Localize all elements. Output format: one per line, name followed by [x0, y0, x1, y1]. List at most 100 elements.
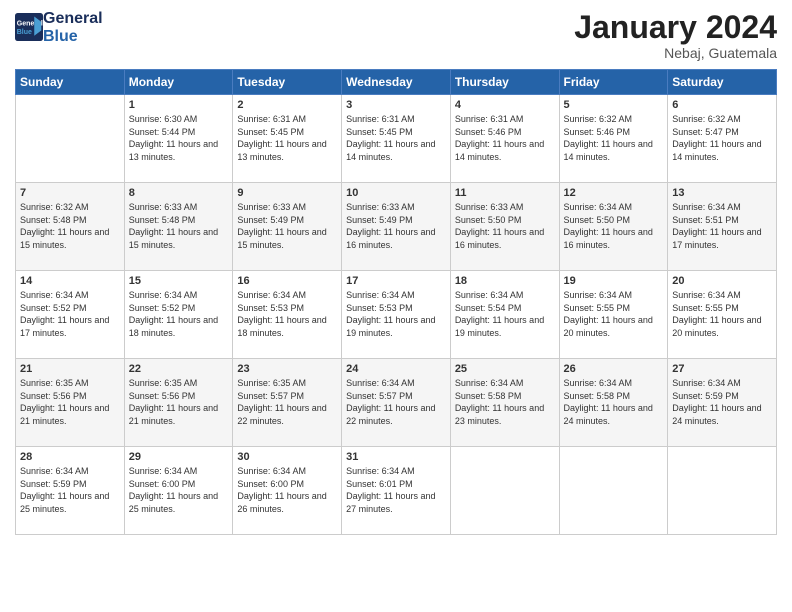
- daylight-label: Daylight: 11 hours and 20 minutes.: [672, 315, 761, 338]
- sunset-label: Sunset: 5:48 PM: [129, 215, 196, 225]
- daylight-label: Daylight: 11 hours and 20 minutes.: [564, 315, 653, 338]
- day-number: 15: [129, 275, 229, 287]
- sunset-label: Sunset: 5:52 PM: [129, 303, 196, 313]
- cell-info: Sunrise: 6:34 AMSunset: 5:59 PMDaylight:…: [672, 377, 772, 427]
- day-number: 29: [129, 451, 229, 463]
- daylight-label: Daylight: 11 hours and 16 minutes.: [455, 227, 544, 250]
- day-number: 11: [455, 187, 555, 199]
- day-number: 20: [672, 275, 772, 287]
- cell-w1-d5: 5Sunrise: 6:32 AMSunset: 5:46 PMDaylight…: [559, 95, 668, 183]
- day-number: 6: [672, 99, 772, 111]
- logo-line1: General: [43, 10, 103, 28]
- month-title: January 2024: [574, 10, 777, 45]
- day-number: 17: [346, 275, 446, 287]
- sunrise-label: Sunrise: 6:31 AM: [237, 114, 306, 124]
- day-number: 23: [237, 363, 337, 375]
- daylight-label: Daylight: 11 hours and 21 minutes.: [20, 403, 109, 426]
- cell-info: Sunrise: 6:34 AMSunset: 5:59 PMDaylight:…: [20, 465, 120, 515]
- day-number: 4: [455, 99, 555, 111]
- cell-w4-d4: 25Sunrise: 6:34 AMSunset: 5:58 PMDayligh…: [450, 359, 559, 447]
- day-number: 13: [672, 187, 772, 199]
- sunset-label: Sunset: 6:01 PM: [346, 479, 413, 489]
- cell-w2-d6: 13 Sunrise: 6:34 AMSunset: 5:51 PMDayligh…: [668, 183, 777, 271]
- location: Nebaj, Guatemala: [574, 45, 777, 61]
- daylight-label: Daylight: 11 hours and 14 minutes.: [346, 139, 435, 162]
- daylight-label: Daylight: 11 hours and 15 minutes.: [20, 227, 109, 250]
- cell-info: Sunrise: 6:34 AMSunset: 6:01 PMDaylight:…: [346, 465, 446, 515]
- sunset-label: Sunset: 5:57 PM: [346, 391, 413, 401]
- cell-info: Sunrise: 6:33 AMSunset: 5:49 PMDaylight:…: [237, 201, 337, 251]
- sunrise-label: Sunrise: 6:34 AM: [129, 466, 198, 476]
- day-number: 28: [20, 451, 120, 463]
- sunrise-label: Sunrise: 6:34 AM: [455, 378, 524, 388]
- cell-w5-d3: 31 Sunrise: 6:34 AMSunset: 6:01 PMDayligh…: [342, 447, 451, 535]
- daylight-label: Daylight: 11 hours and 19 minutes.: [346, 315, 435, 338]
- sunrise-label: Sunrise: 6:33 AM: [237, 202, 306, 212]
- sunrise-label: Sunrise: 6:34 AM: [672, 202, 741, 212]
- daylight-label: Daylight: 11 hours and 15 minutes.: [129, 227, 218, 250]
- cell-w1-d2: 2Sunrise: 6:31 AMSunset: 5:45 PMDaylight…: [233, 95, 342, 183]
- day-number: 16: [237, 275, 337, 287]
- day-number: 14: [20, 275, 120, 287]
- cell-w1-d4: 4Sunrise: 6:31 AMSunset: 5:46 PMDaylight…: [450, 95, 559, 183]
- sunset-label: Sunset: 6:00 PM: [129, 479, 196, 489]
- cell-info: Sunrise: 6:34 AMSunset: 5:51 PMDaylight:…: [672, 201, 772, 251]
- sunrise-label: Sunrise: 6:34 AM: [672, 378, 741, 388]
- sunset-label: Sunset: 5:53 PM: [346, 303, 413, 313]
- day-number: 25: [455, 363, 555, 375]
- daylight-label: Daylight: 11 hours and 14 minutes.: [564, 139, 653, 162]
- sunset-label: Sunset: 5:49 PM: [346, 215, 413, 225]
- day-number: 9: [237, 187, 337, 199]
- cell-w3-d6: 20 Sunrise: 6:34 AMSunset: 5:55 PMDayligh…: [668, 271, 777, 359]
- cell-w5-d0: 28Sunrise: 6:34 AMSunset: 5:59 PMDayligh…: [16, 447, 125, 535]
- cell-w3-d3: 17Sunrise: 6:34 AMSunset: 5:53 PMDayligh…: [342, 271, 451, 359]
- cell-w4-d3: 24Sunrise: 6:34 AMSunset: 5:57 PMDayligh…: [342, 359, 451, 447]
- sunset-label: Sunset: 5:56 PM: [20, 391, 87, 401]
- sunset-label: Sunset: 5:46 PM: [455, 127, 522, 137]
- cell-w5-d6: [668, 447, 777, 535]
- day-number: 2: [237, 99, 337, 111]
- cell-info: Sunrise: 6:34 AMSunset: 5:58 PMDaylight:…: [564, 377, 664, 427]
- daylight-label: Daylight: 11 hours and 25 minutes.: [129, 491, 218, 514]
- daylight-label: Daylight: 11 hours and 26 minutes.: [237, 491, 326, 514]
- daylight-label: Daylight: 11 hours and 23 minutes.: [455, 403, 544, 426]
- sunrise-label: Sunrise: 6:31 AM: [346, 114, 415, 124]
- cell-w1-d0: [16, 95, 125, 183]
- cell-w4-d5: 26 Sunrise: 6:34 AMSunset: 5:58 PMDayligh…: [559, 359, 668, 447]
- day-number: 26: [564, 363, 664, 375]
- daylight-label: Daylight: 11 hours and 19 minutes.: [455, 315, 544, 338]
- day-number: 19: [564, 275, 664, 287]
- cell-info: Sunrise: 6:34 AMSunset: 5:55 PMDaylight:…: [672, 289, 772, 339]
- cell-w1-d3: 3Sunrise: 6:31 AMSunset: 5:45 PMDaylight…: [342, 95, 451, 183]
- sunset-label: Sunset: 5:52 PM: [20, 303, 87, 313]
- daylight-label: Daylight: 11 hours and 22 minutes.: [346, 403, 435, 426]
- sunset-label: Sunset: 5:50 PM: [455, 215, 522, 225]
- cell-info: Sunrise: 6:32 AMSunset: 5:47 PMDaylight:…: [672, 113, 772, 163]
- day-number: 31: [346, 451, 446, 463]
- week-row-3: 14Sunrise: 6:34 AMSunset: 5:52 PMDayligh…: [16, 271, 777, 359]
- daylight-label: Daylight: 11 hours and 16 minutes.: [564, 227, 653, 250]
- sunset-label: Sunset: 5:59 PM: [20, 479, 87, 489]
- header: General Blue General Blue January 2024 N…: [15, 10, 777, 61]
- sunset-label: Sunset: 5:45 PM: [237, 127, 304, 137]
- day-number: 18: [455, 275, 555, 287]
- daylight-label: Daylight: 11 hours and 14 minutes.: [455, 139, 544, 162]
- sunrise-label: Sunrise: 6:34 AM: [20, 466, 89, 476]
- header-monday: Monday: [124, 70, 233, 95]
- sunrise-label: Sunrise: 6:32 AM: [20, 202, 89, 212]
- logo-line2: Blue: [43, 28, 103, 46]
- day-number: 22: [129, 363, 229, 375]
- header-saturday: Saturday: [668, 70, 777, 95]
- sunrise-label: Sunrise: 6:33 AM: [346, 202, 415, 212]
- cell-info: Sunrise: 6:34 AMSunset: 5:52 PMDaylight:…: [129, 289, 229, 339]
- daylight-label: Daylight: 11 hours and 24 minutes.: [564, 403, 653, 426]
- cell-info: Sunrise: 6:34 AMSunset: 5:53 PMDaylight:…: [237, 289, 337, 339]
- sunset-label: Sunset: 5:48 PM: [20, 215, 87, 225]
- cell-info: Sunrise: 6:34 AM Sunset: 6:00 PM Daylight:…: [129, 465, 229, 515]
- sunset-label: Sunset: 6:00 PM: [237, 479, 304, 489]
- sunrise-label: Sunrise: 6:34 AM: [455, 290, 524, 300]
- day-number: 24: [346, 363, 446, 375]
- sunset-label: Sunset: 5:53 PM: [237, 303, 304, 313]
- sunrise-label: Sunrise: 6:34 AM: [564, 202, 633, 212]
- sunrise-label: Sunrise: 6:34 AM: [564, 378, 633, 388]
